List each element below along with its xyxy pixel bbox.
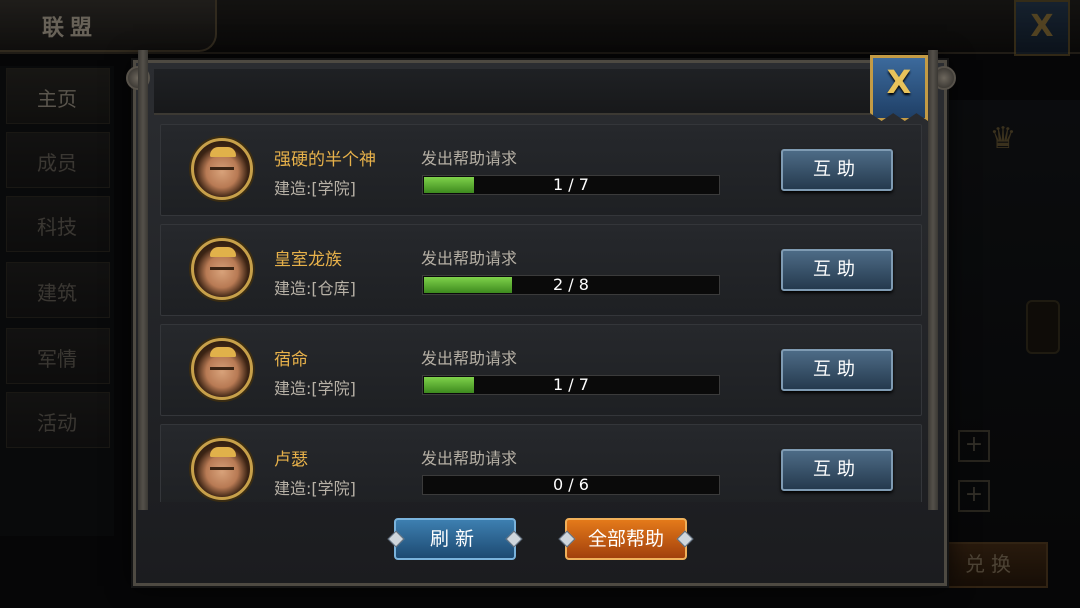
help-progress-bar: 0 / 6: [422, 475, 720, 495]
help-button[interactable]: 互助: [781, 249, 893, 291]
request-label: 发出帮助请求: [421, 249, 518, 268]
request-label: 发出帮助请求: [421, 149, 518, 168]
right-pillar: [928, 50, 938, 510]
player-name: 皇室龙族: [274, 250, 342, 270]
refresh-button[interactable]: 刷新: [387, 518, 523, 560]
building-label: 建造:[学院]: [274, 379, 356, 398]
progress-text: 2 / 8: [553, 275, 589, 294]
request-label: 发出帮助请求: [421, 449, 518, 468]
building-label: 建造:[仓库]: [274, 279, 356, 298]
building-label: 建造:[学院]: [274, 479, 356, 498]
help-progress-bar: 1 / 7: [422, 375, 720, 395]
help-all-label: 全部帮助: [587, 528, 664, 550]
building-label: 建造:[学院]: [274, 179, 356, 198]
progress-text: 1 / 7: [553, 175, 589, 194]
player-name: 卢瑟: [274, 450, 308, 470]
list-item: 强硬的半个神 建造:[学院] 发出帮助请求 1 / 7 互助: [160, 124, 922, 216]
progress-text: 1 / 7: [553, 375, 589, 394]
help-progress-bar: 2 / 8: [422, 275, 720, 295]
help-request-list[interactable]: 强硬的半个神 建造:[学院] 发出帮助请求 1 / 7 互助 皇室龙族 建造:[…: [160, 124, 922, 502]
list-item: 皇室龙族 建造:[仓库] 发出帮助请求 2 / 8 互助: [160, 224, 922, 316]
left-pillar: [138, 50, 148, 510]
avatar: [191, 238, 253, 300]
close-icon[interactable]: X: [870, 60, 928, 104]
dialog-header: [154, 69, 884, 115]
help-button[interactable]: 互助: [781, 449, 893, 491]
list-item: 宿命 建造:[学院] 发出帮助请求 1 / 7 互助: [160, 324, 922, 416]
help-all-button[interactable]: 全部帮助: [558, 518, 694, 560]
player-name: 强硬的半个神: [274, 150, 376, 170]
refresh-label: 刷新: [429, 528, 480, 550]
request-label: 发出帮助请求: [421, 349, 518, 368]
help-button[interactable]: 互助: [781, 349, 893, 391]
avatar: [191, 438, 253, 500]
avatar: [191, 338, 253, 400]
avatar: [191, 138, 253, 200]
list-item: 卢瑟 建造:[学院] 发出帮助请求 0 / 6 互助: [160, 424, 922, 502]
player-name: 宿命: [274, 350, 308, 370]
help-progress-bar: 1 / 7: [422, 175, 720, 195]
help-button[interactable]: 互助: [781, 149, 893, 191]
progress-text: 0 / 6: [553, 475, 589, 494]
